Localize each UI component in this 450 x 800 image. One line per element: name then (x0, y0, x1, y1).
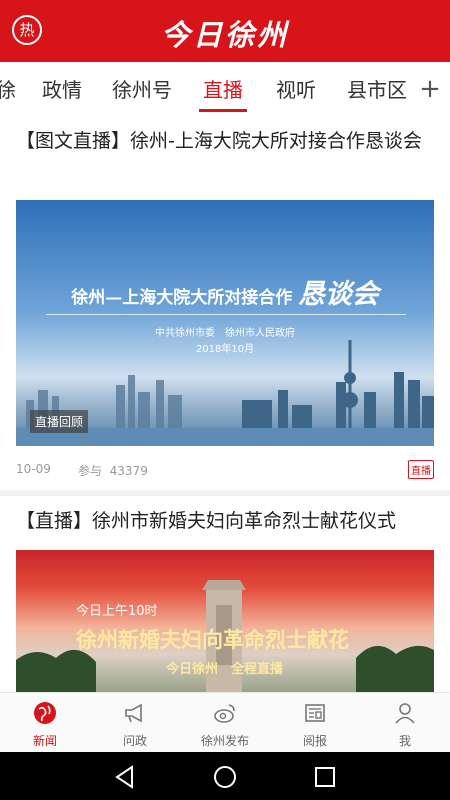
tab-xuzhouhao[interactable]: 徐州号 (112, 74, 172, 103)
add-channel-button[interactable]: + (410, 70, 450, 110)
cover-time: 今日上午10时 (76, 604, 158, 619)
article-cover-image[interactable]: 今日上午10时 徐州新婚夫妇向革命烈士献花 今日徐州 全程直播 (16, 550, 434, 692)
cover-organizers: 中共徐州市委 徐州市人民政府 (155, 328, 295, 339)
cover-broadcast-note: 今日徐州 全程直播 (166, 662, 284, 677)
system-navigation-bar (0, 752, 450, 800)
tab-live[interactable]: 直播 (203, 74, 243, 103)
megaphone-icon (125, 703, 142, 723)
nav-newspaper[interactable]: 阅报 (270, 693, 360, 753)
article-date: 10-09 (16, 462, 51, 476)
category-tabs: 徐 政情 徐州号 直播 视听 县市区 + (0, 62, 450, 114)
person-icon (395, 703, 415, 724)
cover-headline: 徐州—上海大院大所对接合作 恳谈会 (71, 279, 379, 310)
nav-xuzhou-release[interactable]: 徐州发布 (180, 693, 270, 753)
cover-headline: 徐州新婚夫妇向革命烈士献花 (76, 628, 349, 652)
section-divider (0, 490, 450, 496)
weibo-icon (214, 704, 235, 723)
back-icon[interactable] (112, 764, 138, 790)
tab-partial[interactable]: 徐 (0, 74, 16, 103)
plus-icon: + (419, 74, 441, 104)
cover-date: 2018年10月 (195, 344, 255, 355)
globe-icon (34, 702, 56, 724)
news-feed[interactable]: 【图文直播】徐州-上海大院大所对接合作恳谈会 徐州—上海大院大所对接合作 恳谈会… (0, 114, 450, 692)
article-title[interactable]: 【直播】徐州市新婚夫妇向革命烈士献花仪式 (16, 506, 436, 536)
article-cover-image[interactable]: 徐州—上海大院大所对接合作 恳谈会 中共徐州市委 徐州市人民政府 2018年10… (16, 200, 434, 446)
replay-badge: 直播回顾 (30, 410, 89, 433)
live-tag: 直播 (408, 460, 434, 479)
bottom-navigation: 新闻 问政 徐州发布 阅报 我 (0, 692, 450, 752)
article-title[interactable]: 【图文直播】徐州-上海大院大所对接合作恳谈会 (16, 126, 436, 156)
nav-me[interactable]: 我 (360, 693, 450, 753)
app-logo-title: 今日徐州 (160, 18, 289, 52)
article-views: 参与 43379 (78, 464, 148, 478)
tab-counties[interactable]: 县市区 (347, 74, 407, 103)
article-meta: 10-09 参与 43379 直播 (16, 460, 434, 480)
active-tab-indicator (199, 109, 247, 112)
nav-news[interactable]: 新闻 (0, 693, 90, 753)
app-header: 热 今日徐州 (0, 0, 450, 62)
home-icon[interactable] (212, 764, 238, 790)
tab-zhengqing[interactable]: 政情 (42, 74, 82, 103)
tab-video[interactable]: 视听 (276, 74, 316, 103)
nav-wenzheng[interactable]: 问政 (90, 693, 180, 753)
newspaper-icon (305, 704, 325, 722)
recent-apps-icon[interactable] (312, 764, 338, 790)
